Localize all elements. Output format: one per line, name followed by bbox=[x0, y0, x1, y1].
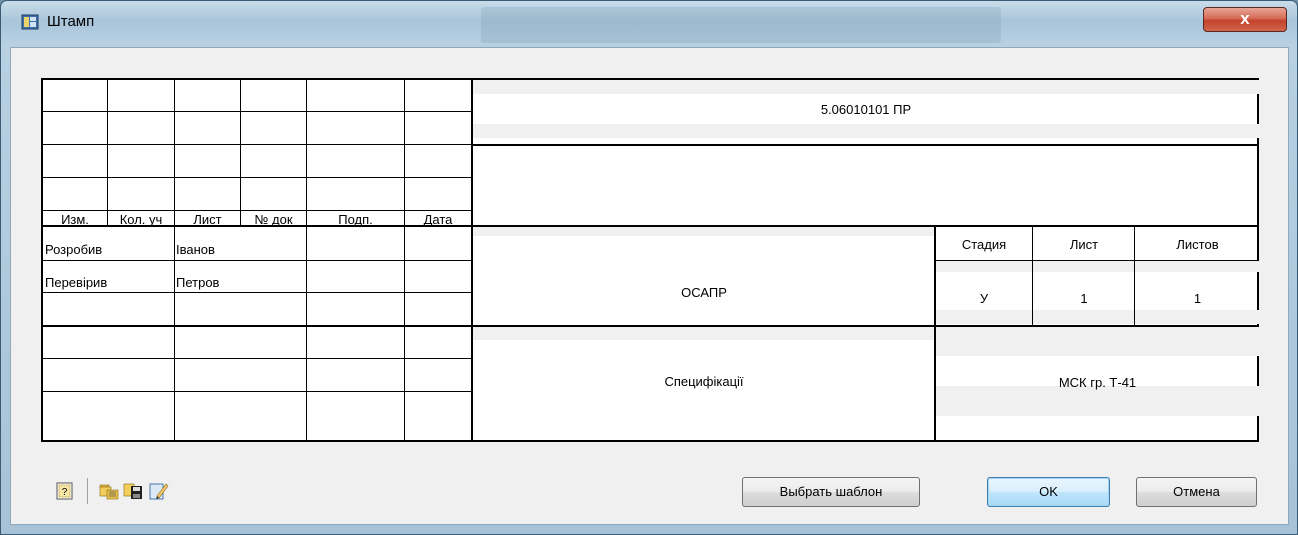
grid-line bbox=[43, 177, 471, 178]
product-band-top bbox=[473, 226, 935, 236]
sheets-total-value-field[interactable]: 1 bbox=[1136, 291, 1259, 306]
product-name-field[interactable]: ОСАПР bbox=[473, 285, 935, 300]
document-name-field[interactable]: Специфікації bbox=[473, 374, 935, 389]
sheet-header: Лист bbox=[1069, 237, 1099, 252]
cancel-button[interactable]: Отмена bbox=[1136, 477, 1257, 507]
sheets-total-header: Листов bbox=[1176, 237, 1219, 252]
grid-line bbox=[43, 111, 471, 112]
header-label-date: Дата bbox=[423, 212, 453, 227]
header-label-kol-uch: Кол. уч bbox=[119, 212, 163, 227]
grid-line-major bbox=[473, 325, 1259, 327]
org-band-top bbox=[936, 326, 1259, 356]
grid-line bbox=[1032, 225, 1033, 326]
grid-line bbox=[107, 80, 108, 226]
role-name-developer[interactable]: Іванов bbox=[176, 242, 304, 257]
grid-line bbox=[240, 80, 241, 226]
grid-line bbox=[43, 210, 471, 211]
open-folder-icon[interactable] bbox=[99, 481, 119, 501]
grid-line-major bbox=[43, 325, 471, 327]
window-title: Штамп bbox=[47, 13, 95, 30]
designation-field[interactable]: 5.06010101 ПР bbox=[473, 102, 1259, 117]
grid-line bbox=[43, 260, 471, 261]
title-block-stamp: Изм. Кол. уч Лист № док Подп. Дата Розро… bbox=[41, 78, 1259, 442]
grid-line-major bbox=[473, 225, 1259, 227]
grid-line bbox=[43, 358, 471, 359]
stage-band-mid bbox=[936, 260, 1259, 272]
grid-line bbox=[43, 292, 471, 293]
grid-line bbox=[404, 80, 405, 442]
docname-band-top bbox=[473, 326, 935, 340]
grid-line bbox=[43, 144, 471, 145]
grid-line bbox=[43, 391, 471, 392]
toolbar-separator bbox=[87, 478, 88, 504]
dialog-client-area: Изм. Кол. уч Лист № док Подп. Дата Розро… bbox=[10, 47, 1289, 525]
save-icon[interactable] bbox=[123, 481, 143, 501]
grid-line bbox=[306, 80, 307, 442]
stage-value-field[interactable]: У bbox=[936, 291, 1032, 306]
stamp-app-icon bbox=[21, 14, 39, 30]
org-band-bottom bbox=[936, 386, 1259, 416]
choose-template-button[interactable]: Выбрать шаблон bbox=[742, 477, 920, 507]
header-label-doc-number: № док bbox=[254, 212, 293, 227]
title-bar-glass bbox=[481, 7, 1001, 43]
help-icon[interactable]: ? bbox=[55, 481, 75, 501]
grid-line bbox=[936, 260, 1259, 261]
grid-line-major bbox=[934, 225, 936, 442]
designation-band-bottom bbox=[473, 124, 1259, 138]
title-bar[interactable]: Штамп x bbox=[1, 1, 1297, 47]
grid-line-major bbox=[473, 144, 1259, 146]
svg-text:?: ? bbox=[62, 487, 68, 498]
stamp-dialog-window: Штамп x Изм. Кол. уч Лист № док Подп. Да… bbox=[0, 0, 1298, 535]
header-label-list: Лист bbox=[193, 212, 222, 227]
stage-header: Стадия bbox=[961, 237, 1007, 252]
organization-field[interactable]: МСК гр. Т-41 bbox=[936, 375, 1259, 390]
ok-button[interactable]: OK bbox=[987, 477, 1110, 507]
header-label-izm: Изм. bbox=[61, 212, 89, 227]
role-label-checker[interactable]: Перевірив bbox=[45, 275, 173, 290]
role-name-checker[interactable]: Петров bbox=[176, 275, 304, 290]
close-button[interactable]: x bbox=[1203, 7, 1287, 32]
role-label-developer[interactable]: Розробив bbox=[45, 242, 173, 257]
stage-band-bottom bbox=[936, 310, 1259, 324]
designation-band-top bbox=[473, 80, 1259, 94]
header-label-signature: Подп. bbox=[338, 212, 373, 227]
edit-icon[interactable] bbox=[149, 481, 169, 501]
grid-line bbox=[174, 80, 175, 442]
grid-line bbox=[1134, 225, 1135, 326]
sheet-value-field[interactable]: 1 bbox=[1034, 291, 1134, 306]
